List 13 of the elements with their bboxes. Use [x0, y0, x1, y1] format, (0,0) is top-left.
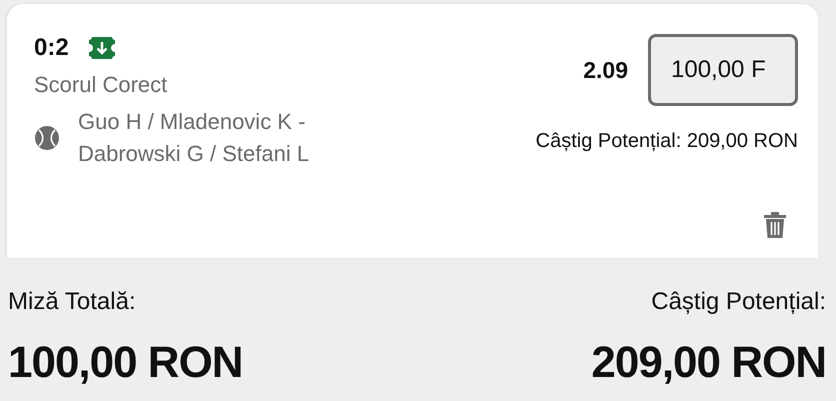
score-text: 0:2: [34, 34, 69, 62]
delete-icon[interactable]: [762, 211, 788, 239]
odds-value: 2.09: [583, 56, 628, 84]
event-name: Guo H / Mladenovic K - Dabrowski G / Stefani L: [78, 108, 310, 168]
potential-win-label: Câștig Potențial:: [651, 288, 826, 316]
market-text: Scorul Corect: [34, 72, 168, 98]
tennis-ball-icon: [34, 125, 60, 151]
stake-input[interactable]: 100,00 F: [648, 34, 798, 106]
potential-win-value: 209,00 RON: [591, 338, 826, 388]
ticket-down-icon: [88, 37, 115, 59]
total-stake-value: 100,00 RON: [8, 338, 243, 388]
potential-win-text: Câștig Potențial: 209,00 RON: [536, 130, 798, 153]
total-stake-label: Miză Totală:: [8, 288, 137, 316]
